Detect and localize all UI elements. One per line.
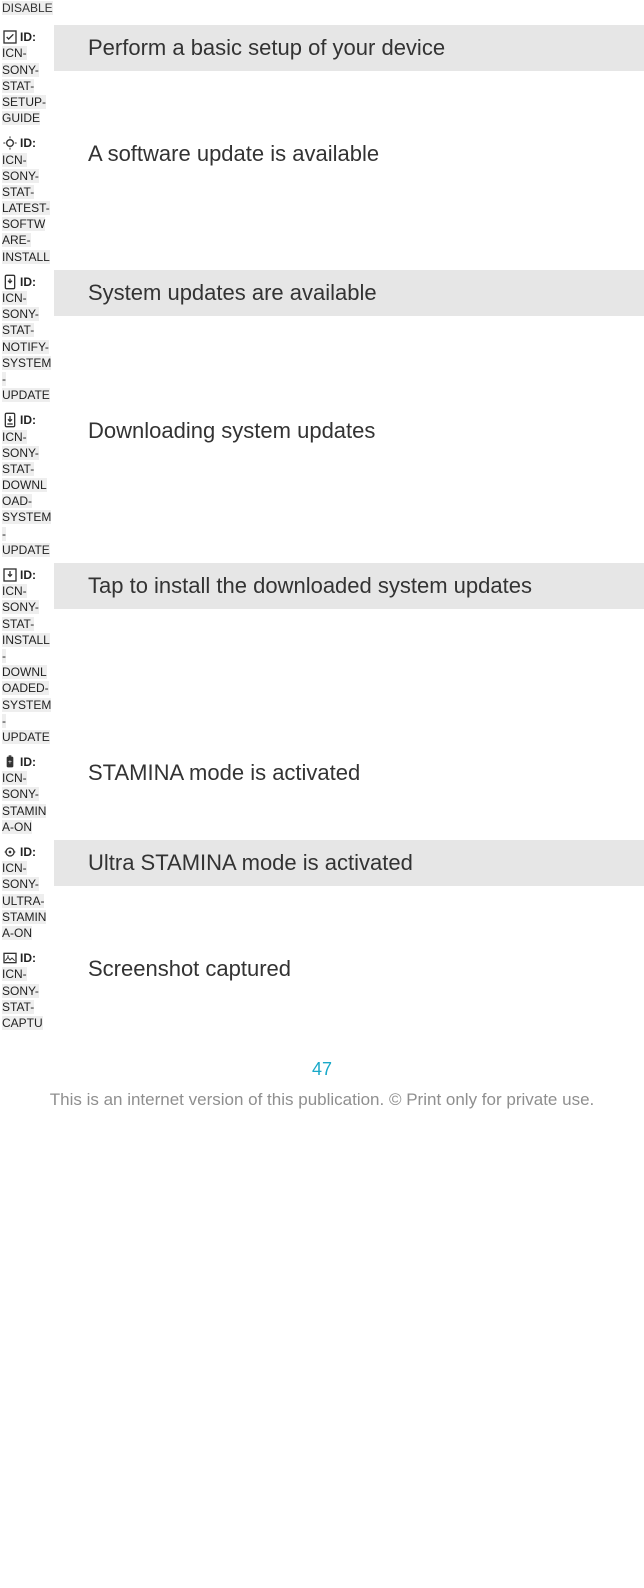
- previous-row-id-fragment: DISABLE: [0, 0, 58, 24]
- id-label: ID:: [20, 136, 36, 150]
- svg-text:+: +: [8, 759, 12, 766]
- update-sparkle-icon: [2, 135, 18, 151]
- icon-id-cell: + ID: ICN-SONY-STAMINA-ON: [0, 750, 54, 839]
- status-description: Tap to install the downloaded system upd…: [54, 563, 644, 609]
- id-label: ID:: [20, 413, 36, 427]
- stamina-icon: +: [2, 754, 18, 770]
- ultra-stamina-icon: [2, 844, 18, 860]
- id-text: ICN-SONY-STAT-NOTIFY-SYSTEM-UPDATE: [2, 291, 51, 402]
- id-text: ICN-SONY-STAT-LATEST-SOFTWARE-INSTALL: [2, 153, 50, 264]
- status-row: ID: ICN-SONY-STAT-NOTIFY-SYSTEM-UPDATE S…: [0, 269, 644, 408]
- page-number: 47: [0, 1059, 644, 1080]
- id-label: ID:: [20, 845, 36, 859]
- status-row: ID: ICN-SONY-STAT-DOWNLOAD-SYSTEM-UPDATE…: [0, 407, 644, 562]
- install-downloaded-icon: [2, 567, 18, 583]
- status-icons-table: ID: ICN-SONY-STAT-SETUP-GUIDE Perform a …: [0, 24, 644, 1035]
- id-text: ICN-SONY-STAT-CAPTU: [2, 967, 43, 1030]
- status-row: ID: ICN-SONY-STAT-SETUP-GUIDE Perform a …: [0, 24, 644, 130]
- id-text: ICN-SONY-STAT-INSTALL-DOWNLOADED-SYSTEM-…: [2, 584, 51, 744]
- status-row: ID: ICN-SONY-STAT-INSTALL-DOWNLOADED-SYS…: [0, 562, 644, 749]
- status-description: System updates are available: [54, 270, 644, 316]
- id-label: ID:: [20, 951, 36, 965]
- status-row: ID: ICN-SONY-STAT-LATEST-SOFTWARE-INSTAL…: [0, 130, 644, 269]
- status-description: Ultra STAMINA mode is activated: [54, 840, 644, 886]
- id-text: ICN-SONY-STAMINA-ON: [2, 771, 46, 834]
- downloading-update-icon: [2, 412, 18, 428]
- id-text: DISABLE: [2, 1, 53, 15]
- system-update-available-icon: [2, 274, 18, 290]
- screenshot-icon: [2, 950, 18, 966]
- icon-id-cell: ID: ICN-SONY-ULTRA-STAMINA-ON: [0, 840, 54, 945]
- icon-id-cell: ID: ICN-SONY-STAT-CAPTU: [0, 946, 54, 1035]
- icon-id-cell: ID: ICN-SONY-STAT-SETUP-GUIDE: [0, 25, 54, 130]
- status-description: Perform a basic setup of your device: [54, 25, 644, 71]
- id-text: ICN-SONY-STAT-SETUP-GUIDE: [2, 46, 46, 125]
- id-text: ICN-SONY-STAT-DOWNLOAD-SYSTEM-UPDATE: [2, 430, 51, 557]
- status-description: A software update is available: [54, 131, 644, 177]
- status-row: + ID: ICN-SONY-STAMINA-ON STAMINA mode i…: [0, 749, 644, 839]
- id-label: ID:: [20, 755, 36, 769]
- icon-id-cell: ID: ICN-SONY-STAT-INSTALL-DOWNLOADED-SYS…: [0, 563, 54, 749]
- icon-id-cell: ID: ICN-SONY-STAT-NOTIFY-SYSTEM-UPDATE: [0, 270, 54, 408]
- status-row: ID: ICN-SONY-STAT-CAPTU Screenshot captu…: [0, 945, 644, 1035]
- status-description: STAMINA mode is activated: [54, 750, 644, 796]
- status-description: Screenshot captured: [54, 946, 644, 992]
- id-label: ID:: [20, 30, 36, 44]
- status-description: Downloading system updates: [54, 408, 644, 454]
- id-label: ID:: [20, 568, 36, 582]
- id-text: ICN-SONY-ULTRA-STAMINA-ON: [2, 861, 46, 940]
- icon-id-cell: ID: ICN-SONY-STAT-DOWNLOAD-SYSTEM-UPDATE: [0, 408, 54, 562]
- status-row: ID: ICN-SONY-ULTRA-STAMINA-ON Ultra STAM…: [0, 839, 644, 945]
- check-box-icon: [2, 29, 18, 45]
- icon-id-cell: ID: ICN-SONY-STAT-LATEST-SOFTWARE-INSTAL…: [0, 131, 54, 269]
- footer-disclaimer: This is an internet version of this publ…: [0, 1090, 644, 1110]
- id-label: ID:: [20, 275, 36, 289]
